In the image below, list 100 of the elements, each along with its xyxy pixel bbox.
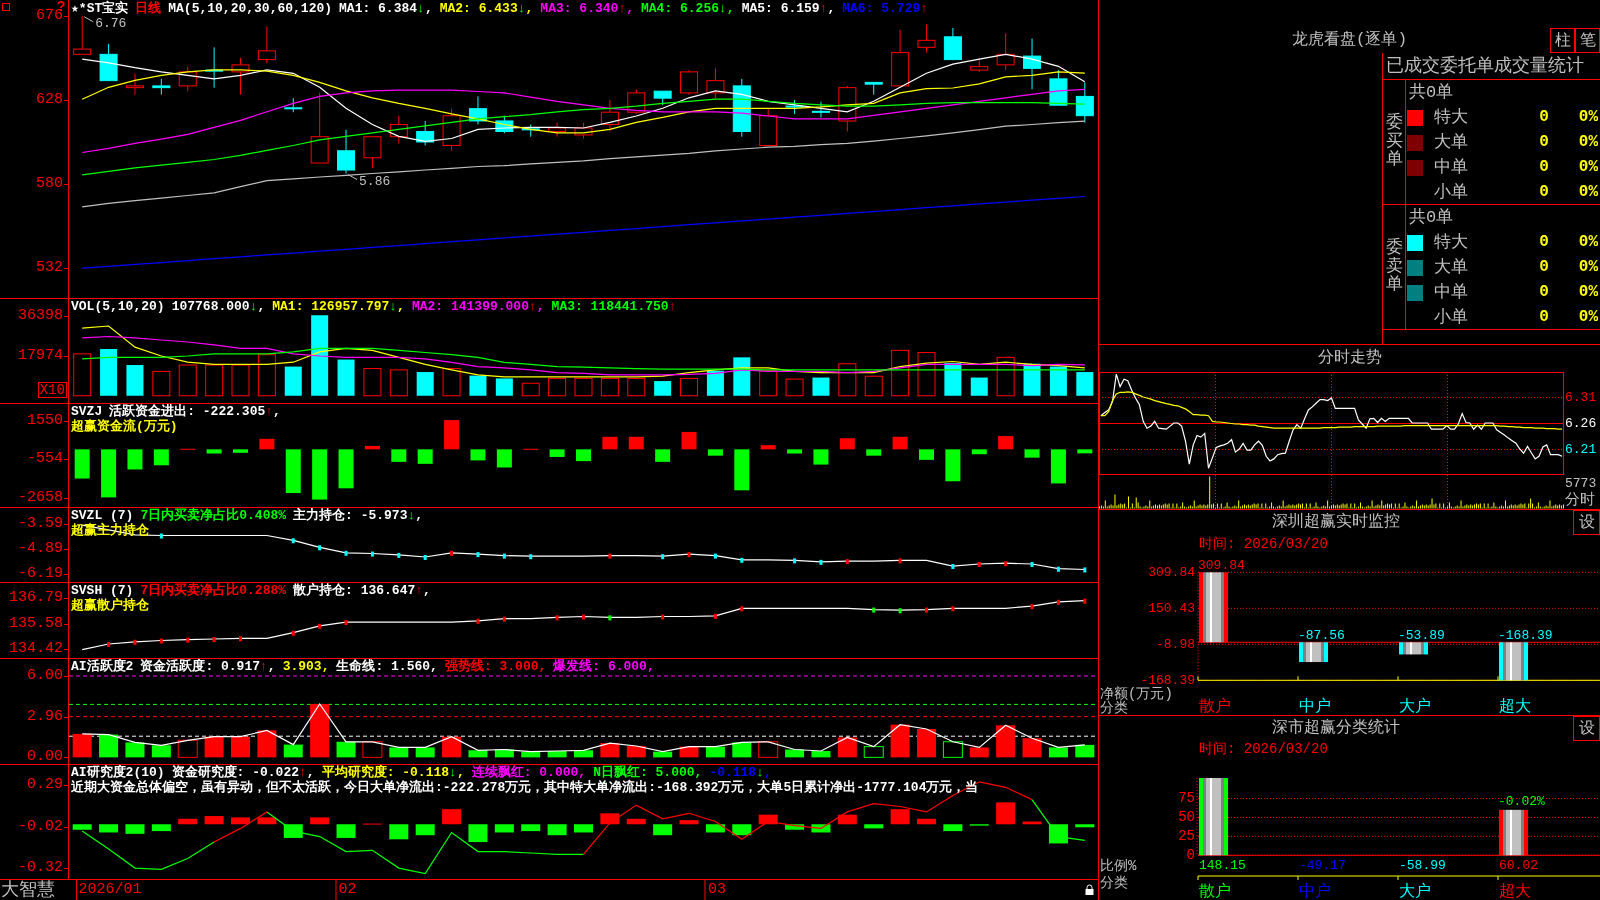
annotation: 6.76 (95, 16, 127, 32)
order-count: 0 (1538, 132, 1550, 153)
legend-text: 平均研究度: -0.118↓, (321, 765, 465, 780)
panel-title: 深市超赢分类统计 (1271, 717, 1401, 739)
order-size-label: 特大 (1434, 232, 1469, 254)
value-label: 309.84 (1198, 558, 1245, 574)
order-size-label: 小单 (1434, 307, 1469, 329)
axis-label: 0.29 (27, 776, 63, 793)
date-label: 02 (335, 880, 357, 900)
legend-text: MA3: 6.340↑, (540, 1, 634, 16)
legend-text: 连续飘红: 0.000, (471, 765, 587, 780)
brand-label: 大智慧 (0, 880, 55, 900)
legend-text: 超赢资金流(万元) (71, 419, 178, 434)
order-size-label: 中单 (1434, 157, 1469, 179)
category-label: 大户 (1399, 698, 1431, 715)
legend-text: 资金研究度: -0.022↑, (171, 765, 315, 780)
legend-text: 爆发线: 6.000, (553, 659, 655, 674)
order-size-label: 特大 (1434, 107, 1469, 129)
legend-text: AI研究度2(10) (71, 765, 165, 780)
order-size-label: 大单 (1434, 257, 1469, 279)
axis-title: 净额(万元) (1100, 685, 1173, 702)
category-label: 散户 (1199, 883, 1231, 900)
price-axis-label: 6.26 (1565, 416, 1597, 431)
order-size-label: 大单 (1434, 132, 1469, 154)
value-label: -53.89 (1398, 628, 1445, 644)
order-percent: 0% (1577, 182, 1599, 203)
order-count: 0 (1538, 232, 1550, 253)
panel-title: 深圳超赢实时监控 (1271, 512, 1401, 533)
price-annotation: 5.86 (347, 174, 391, 189)
panel-title: 龙虎看盘(逐单) (1290, 30, 1409, 51)
axis-label: -0.02 (18, 819, 63, 835)
axis-label: 150.43 (1148, 600, 1195, 616)
order-percent: 0% (1577, 107, 1599, 128)
order-percent: 0% (1577, 157, 1599, 178)
date-label: 2026/01 (75, 880, 142, 900)
axis-label: 1550 (27, 413, 63, 430)
legend-text: 日线 (135, 1, 162, 16)
axis-label: 136.79 (9, 589, 63, 606)
legend-text: 超赢散户持仓 (71, 598, 149, 613)
order-size-label: 小单 (1434, 182, 1469, 204)
legend-text: 3.903, (282, 659, 330, 674)
order-percent: 0% (1577, 307, 1599, 328)
axis-label: -554 (27, 451, 63, 468)
order-total: 共0单 (1408, 207, 1455, 229)
value-label: -168.39 (1498, 628, 1553, 644)
legend-text: 活跃资金进出: -222.305↑, (109, 404, 281, 419)
order-count: 0 (1538, 257, 1550, 278)
legend-text: 107768.000↓, (171, 299, 266, 314)
section-heading: 已成交委托单成交量统计 (1383, 53, 1600, 80)
axis-label: 6.00 (27, 667, 63, 684)
legend-text: 资金活跃度: 0.917↑, (140, 659, 276, 674)
axis-label: 628 (36, 91, 63, 108)
order-percent: 0% (1577, 132, 1599, 153)
legend-text: SVZJ (71, 404, 103, 419)
axis-label: 309.84 (1148, 564, 1195, 580)
legend-text: SVZL (7) (71, 508, 134, 523)
legend-text: SVSH (7) (71, 583, 134, 598)
legend-text: MA3: 118441.750↑ (551, 299, 677, 314)
legend-text: MA6: 5.729↑ (842, 1, 929, 16)
legend-text: AI活跃度2 (71, 659, 134, 674)
legend-text: MA2: 141399.000↑, (411, 299, 545, 314)
legend-text: 强势线: 3.000, (444, 659, 547, 674)
legend-text: 主力持仓: -5.973↓, (293, 508, 424, 523)
axis-label: -4.89 (18, 541, 63, 557)
legend-text: MA(5,10,20,30,60,120) (168, 1, 333, 16)
axis-label: -2658 (18, 489, 63, 506)
legend-text: -0.118↓, (709, 765, 772, 780)
order-percent: 0% (1577, 257, 1599, 278)
axis-label: 135.58 (9, 615, 63, 632)
axis-title: 分类 (1100, 699, 1128, 715)
axis-label: 580 (36, 176, 63, 193)
order-count: 0 (1538, 157, 1550, 178)
unit-label: X10 (37, 382, 67, 398)
price-axis-label: 6.21 (1565, 442, 1597, 457)
date-time-label: 时间: 2026/03/20 (1198, 741, 1329, 758)
order-count: 0 (1538, 182, 1550, 203)
legend-text: VOL(5,10,20) (71, 299, 165, 314)
legend-text: MA1: 126957.797↓, (272, 299, 405, 314)
legend-text: MA1: 6.384↓, (339, 1, 433, 16)
axis-label: -0.32 (18, 860, 63, 877)
value-label: -87.56 (1298, 628, 1345, 644)
volume-axis-label: 5773 (1565, 477, 1597, 491)
date-label: 03 (704, 880, 726, 900)
legend-text: 7日内买卖净占比0.288% (140, 583, 287, 598)
order-count: 0 (1538, 282, 1550, 303)
axis-label: 36398 (18, 307, 63, 324)
annotation: 5.86 (359, 173, 391, 189)
value-label: 148.15 (1199, 858, 1246, 874)
value-label: 60.02 (1499, 858, 1538, 874)
order-total: 共0单 (1408, 82, 1455, 104)
legend-text: 生命线: 1.560, (336, 659, 438, 674)
price-axis-label: 6.31 (1565, 390, 1597, 405)
legend-text: MA2: 6.433↓, (439, 1, 534, 16)
legend-text: 7日内买卖净占比0.408% (140, 508, 287, 523)
order-percent: 0% (1577, 282, 1599, 303)
order-count: 0 (1538, 307, 1550, 328)
legend-text: MA5: 6.159↑, (741, 1, 836, 16)
axis-label: -8.98 (1156, 636, 1195, 652)
axis-label: 676 (36, 7, 63, 24)
legend-text: 散户持仓: 136.647↑, (293, 583, 431, 598)
